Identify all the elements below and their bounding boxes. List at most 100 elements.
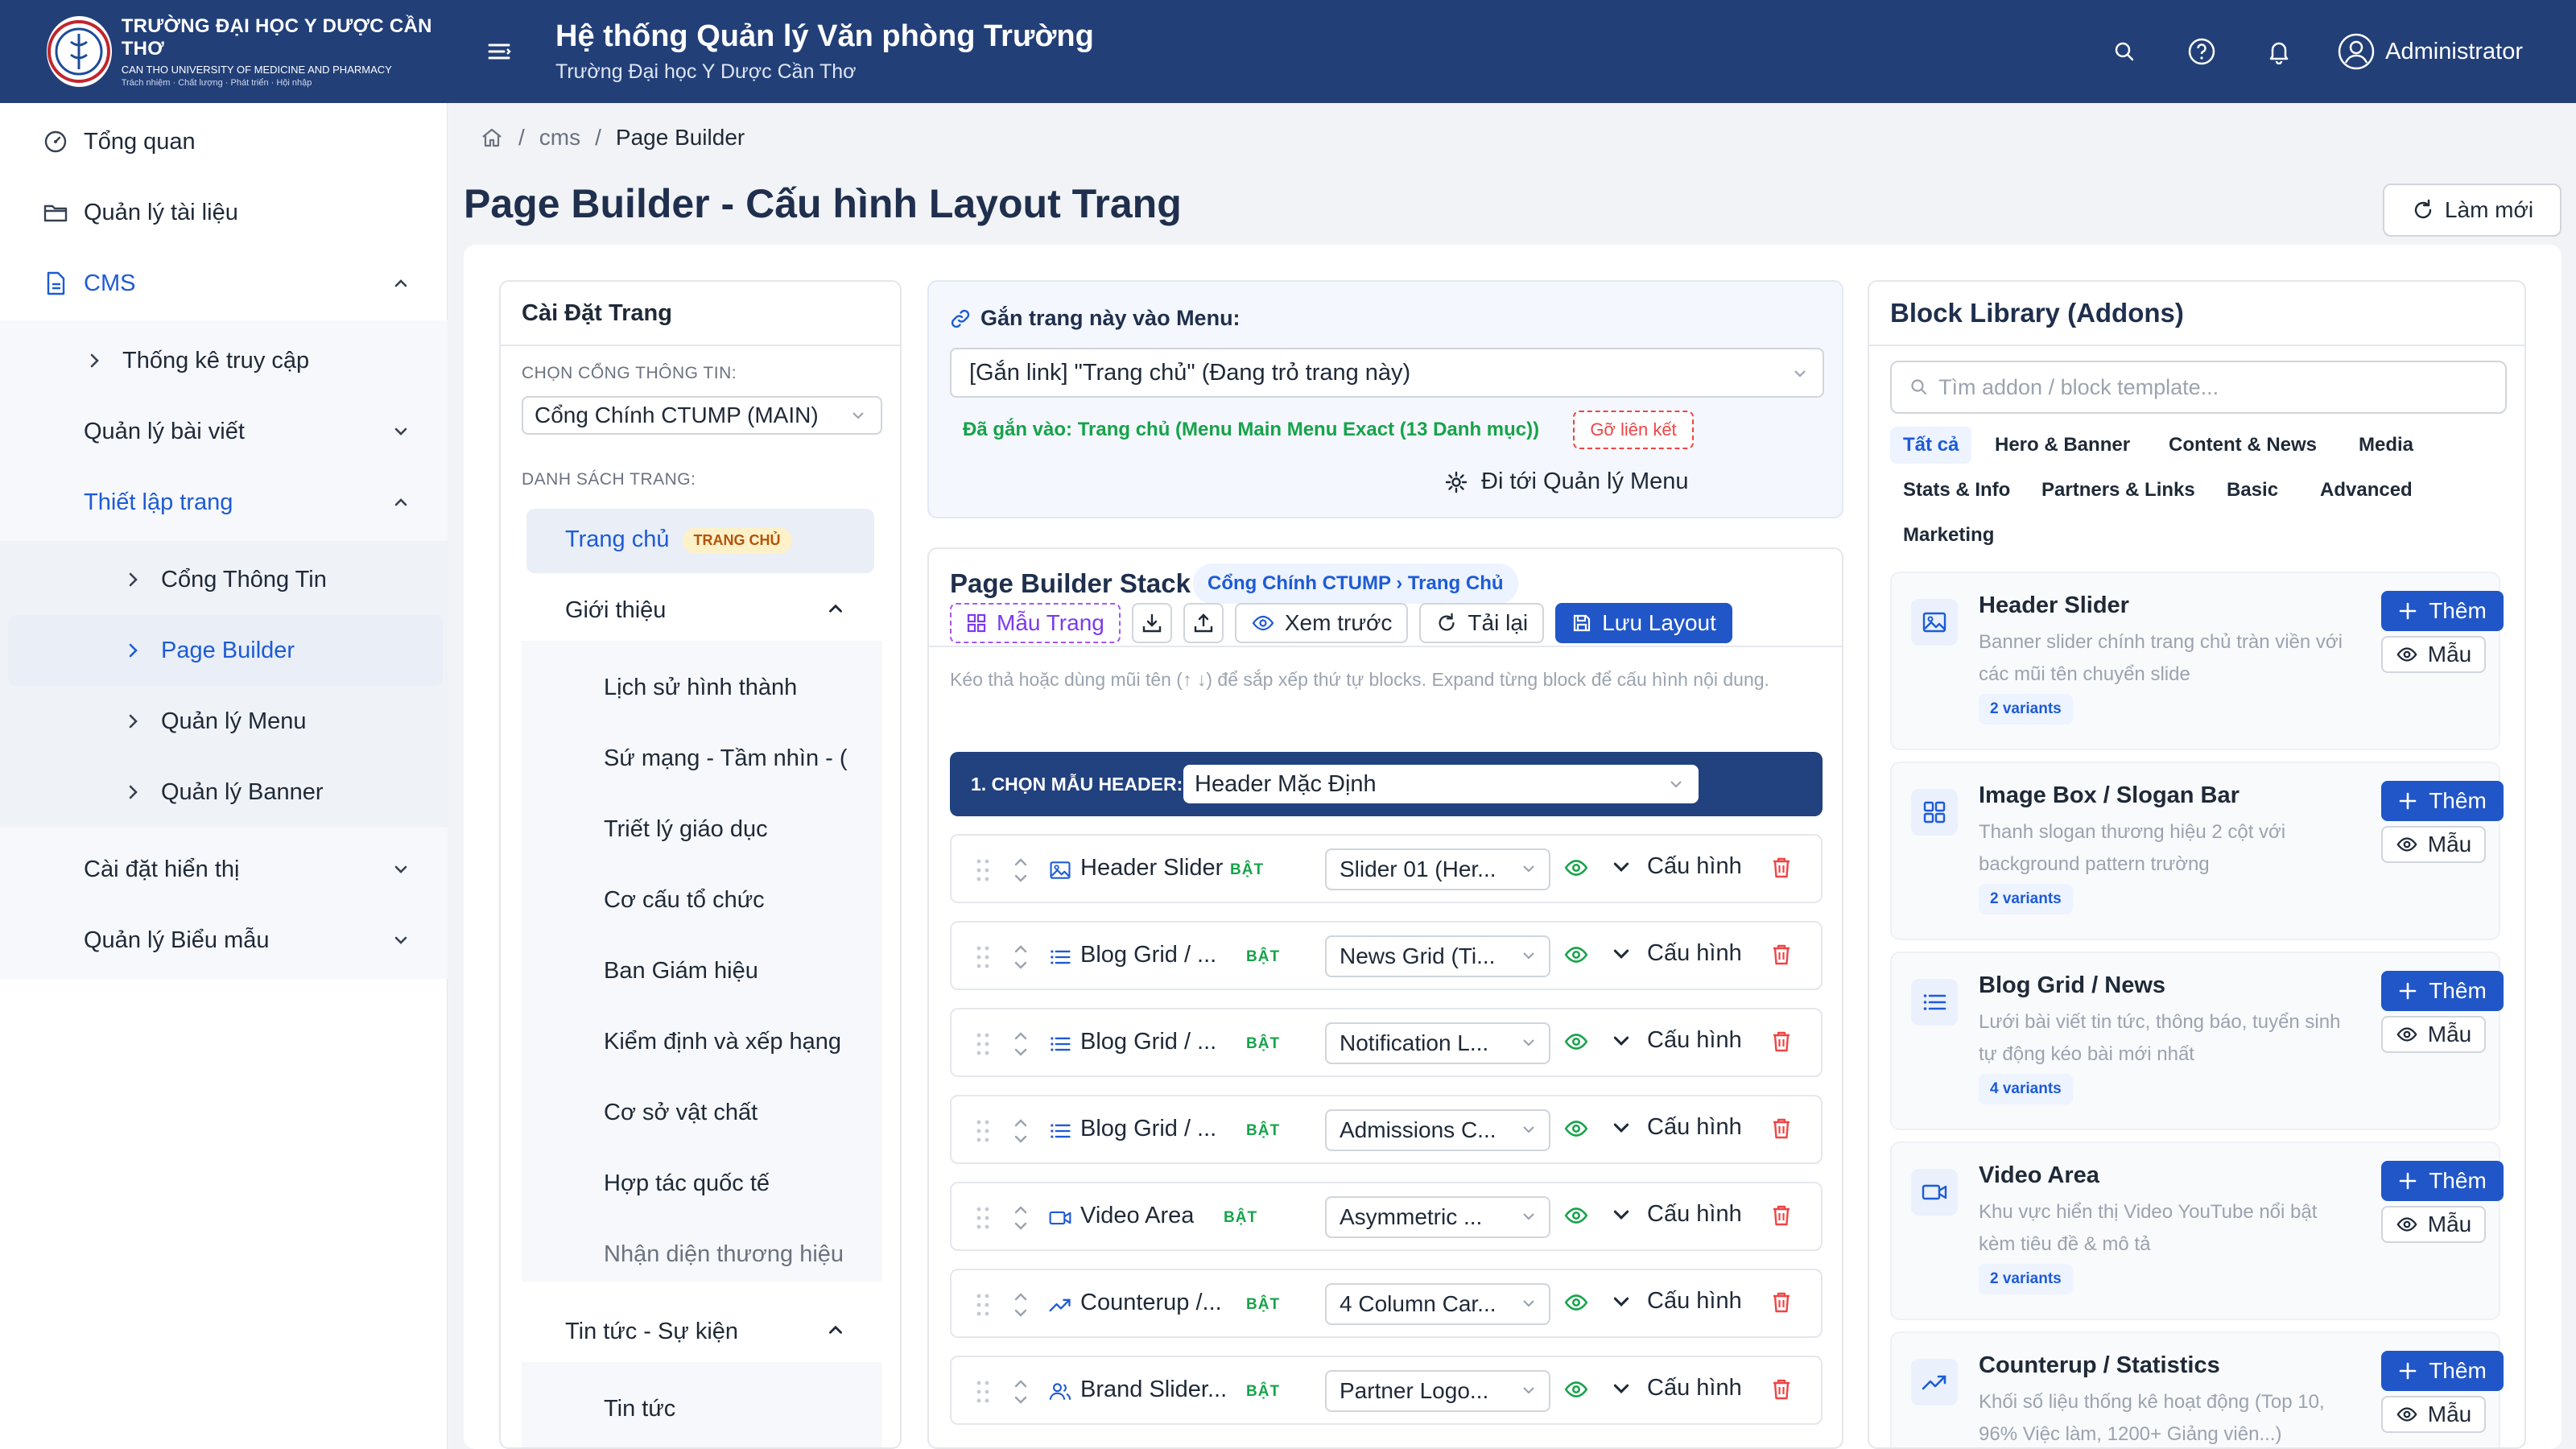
user-menu[interactable]: Administrator — [2337, 32, 2523, 71]
block-row[interactable]: Header Slider BẬT Slider 01 (Her... Cấu hìn… — [950, 834, 1823, 903]
add-addon-button[interactable]: Thêm — [2381, 971, 2504, 1011]
block-config-button[interactable]: Cấu hình — [1610, 1114, 1742, 1141]
block-config-button[interactable]: Cấu hình — [1610, 940, 1742, 967]
move-updown-icon[interactable] — [1009, 853, 1032, 887]
preview-addon-button[interactable]: Mẫu — [2381, 1016, 2486, 1053]
bell-icon[interactable] — [2260, 32, 2298, 71]
move-updown-icon[interactable] — [1009, 1114, 1032, 1148]
filter-stats-info[interactable]: Stats & Info — [1890, 472, 2023, 509]
sidebar-item-cms[interactable]: CMS — [0, 248, 448, 319]
sidebar-item-posts[interactable]: Quản lý bài viết — [0, 396, 448, 467]
eye-icon[interactable] — [1563, 1116, 1589, 1141]
drag-handle-icon[interactable] — [974, 1030, 992, 1058]
refresh-button[interactable]: Làm mới — [2383, 184, 2562, 237]
filter-basic[interactable]: Basic — [2214, 472, 2291, 509]
unlink-button[interactable]: Gỡ liên kết — [1573, 411, 1694, 449]
addon-search-input[interactable]: Tìm addon / block template... — [1890, 361, 2507, 414]
page-item[interactable]: Tin tức — [604, 1396, 675, 1422]
drag-handle-icon[interactable] — [974, 943, 992, 971]
block-status-badge[interactable]: BẬT — [1246, 1035, 1280, 1053]
trash-icon[interactable] — [1769, 1290, 1794, 1315]
filter-partners-links[interactable]: Partners & Links — [2029, 472, 2208, 509]
block-status-badge[interactable]: BẬT — [1230, 861, 1264, 879]
help-icon[interactable] — [2182, 32, 2221, 71]
block-variant-select[interactable]: Asymmetric ... — [1325, 1196, 1550, 1238]
page-item[interactable]: Ban Giám hiệu — [604, 958, 758, 985]
block-config-button[interactable]: Cấu hình — [1610, 1201, 1742, 1228]
portal-select[interactable]: Cổng Chính CTUMP (MAIN) — [522, 396, 882, 435]
add-addon-button[interactable]: Thêm — [2381, 1161, 2504, 1201]
move-updown-icon[interactable] — [1009, 1027, 1032, 1061]
move-updown-icon[interactable] — [1009, 1201, 1032, 1235]
sidebar-item-documents[interactable]: Quản lý tài liệu — [0, 177, 448, 248]
block-status-badge[interactable]: BẬT — [1246, 1122, 1280, 1140]
block-status-badge[interactable]: BẬT — [1224, 1209, 1257, 1227]
sidebar-item-page-builder[interactable]: Page Builder — [8, 615, 443, 686]
block-status-badge[interactable]: BẬT — [1246, 1383, 1280, 1401]
sidebar-item-display-settings[interactable]: Cài đặt hiển thị — [0, 834, 448, 905]
filter-content-news[interactable]: Content & News — [2156, 427, 2330, 464]
sidebar-item-overview[interactable]: Tổng quan — [0, 106, 448, 177]
breadcrumb-cms[interactable]: cms — [539, 125, 580, 151]
search-icon[interactable] — [2105, 32, 2144, 71]
filter-media[interactable]: Media — [2346, 427, 2426, 464]
eye-icon[interactable] — [1563, 1377, 1589, 1402]
drag-handle-icon[interactable] — [974, 1378, 992, 1406]
chevron-up-icon[interactable] — [826, 599, 845, 618]
preview-button[interactable]: Xem trước — [1234, 603, 1409, 643]
trash-icon[interactable] — [1769, 1116, 1794, 1141]
filter-all[interactable]: Tất cả — [1890, 427, 1972, 464]
trash-icon[interactable] — [1769, 942, 1794, 968]
sidebar-item-menu[interactable]: Quản lý Menu — [0, 686, 448, 757]
block-row[interactable]: Counterup /... BẬT 4 Column Car... Cấu hình — [950, 1269, 1823, 1338]
page-item[interactable]: Kiểm định và xếp hạng — [604, 1029, 841, 1055]
sidebar-item-access-stats[interactable]: Thống kê truy cập — [0, 325, 448, 396]
block-row[interactable]: Brand Slider... BẬT Partner Logo... Cấu hìn… — [950, 1356, 1823, 1425]
block-variant-select[interactable]: Notification L... — [1325, 1022, 1550, 1064]
move-updown-icon[interactable] — [1009, 1375, 1032, 1409]
header-template-select[interactable]: Header Mặc Định — [1183, 765, 1699, 803]
page-group-intro[interactable]: Giới thiệu — [565, 597, 666, 624]
block-variant-select[interactable]: Admissions C... — [1325, 1109, 1550, 1151]
trash-icon[interactable] — [1769, 1029, 1794, 1055]
sidebar-item-page-setup[interactable]: Thiết lập trang — [0, 467, 448, 538]
block-config-button[interactable]: Cấu hình — [1610, 853, 1742, 880]
page-item[interactable]: Cơ cấu tổ chức — [604, 887, 765, 914]
filter-hero-banner[interactable]: Hero & Banner — [1982, 427, 2143, 464]
upload-button[interactable] — [1183, 603, 1224, 643]
eye-icon[interactable] — [1563, 1290, 1589, 1315]
preview-addon-button[interactable]: Mẫu — [2381, 636, 2486, 673]
drag-handle-icon[interactable] — [974, 1291, 992, 1319]
block-variant-select[interactable]: Partner Logo... — [1325, 1370, 1550, 1412]
page-item[interactable]: Nhận diện thương hiệu — [604, 1241, 844, 1268]
eye-icon[interactable] — [1563, 1029, 1589, 1055]
page-item[interactable]: Triết lý giáo dục — [604, 816, 768, 843]
trash-icon[interactable] — [1769, 855, 1794, 881]
eye-icon[interactable] — [1563, 942, 1589, 968]
block-row[interactable]: Blog Grid / ... BẬT News Grid (Ti... Cấu hì… — [950, 921, 1823, 990]
block-status-badge[interactable]: BẬT — [1246, 948, 1280, 966]
block-config-button[interactable]: Cấu hình — [1610, 1288, 1742, 1315]
block-config-button[interactable]: Cấu hình — [1610, 1375, 1742, 1402]
sidebar-item-forms[interactable]: Quản lý Biểu mẫu — [0, 905, 448, 976]
save-layout-button[interactable]: Lưu Layout — [1555, 603, 1732, 643]
sidebar-item-portal[interactable]: Cổng Thông Tin — [0, 544, 448, 615]
block-variant-select[interactable]: News Grid (Ti... — [1325, 935, 1550, 977]
preview-addon-button[interactable]: Mẫu — [2381, 826, 2486, 863]
add-addon-button[interactable]: Thêm — [2381, 781, 2504, 821]
page-item[interactable]: Lịch sử hình thành — [604, 675, 797, 701]
preview-addon-button[interactable]: Mẫu — [2381, 1206, 2486, 1243]
templates-button[interactable]: Mẫu Trang — [950, 603, 1121, 643]
block-row[interactable]: Blog Grid / ... BẬT Admissions C... Cấu hìn… — [950, 1095, 1823, 1164]
sidebar-item-banner[interactable]: Quản lý Banner — [0, 757, 448, 828]
move-updown-icon[interactable] — [1009, 940, 1032, 974]
block-row[interactable]: Blog Grid / ... BẬT Notification L... Cấu h… — [950, 1008, 1823, 1077]
brand-logo[interactable]: TRƯỜNG ĐẠI HỌC Y DƯỢC CẦN THƠ CAN THO UN… — [0, 0, 451, 103]
block-variant-select[interactable]: Slider 01 (Her... — [1325, 848, 1550, 890]
home-icon[interactable] — [480, 126, 504, 150]
preview-addon-button[interactable]: Mẫu — [2381, 1396, 2486, 1433]
block-variant-select[interactable]: 4 Column Car... — [1325, 1283, 1550, 1325]
drag-handle-icon[interactable] — [974, 857, 992, 884]
menu-toggle-icon[interactable] — [483, 35, 515, 68]
drag-handle-icon[interactable] — [974, 1204, 992, 1232]
